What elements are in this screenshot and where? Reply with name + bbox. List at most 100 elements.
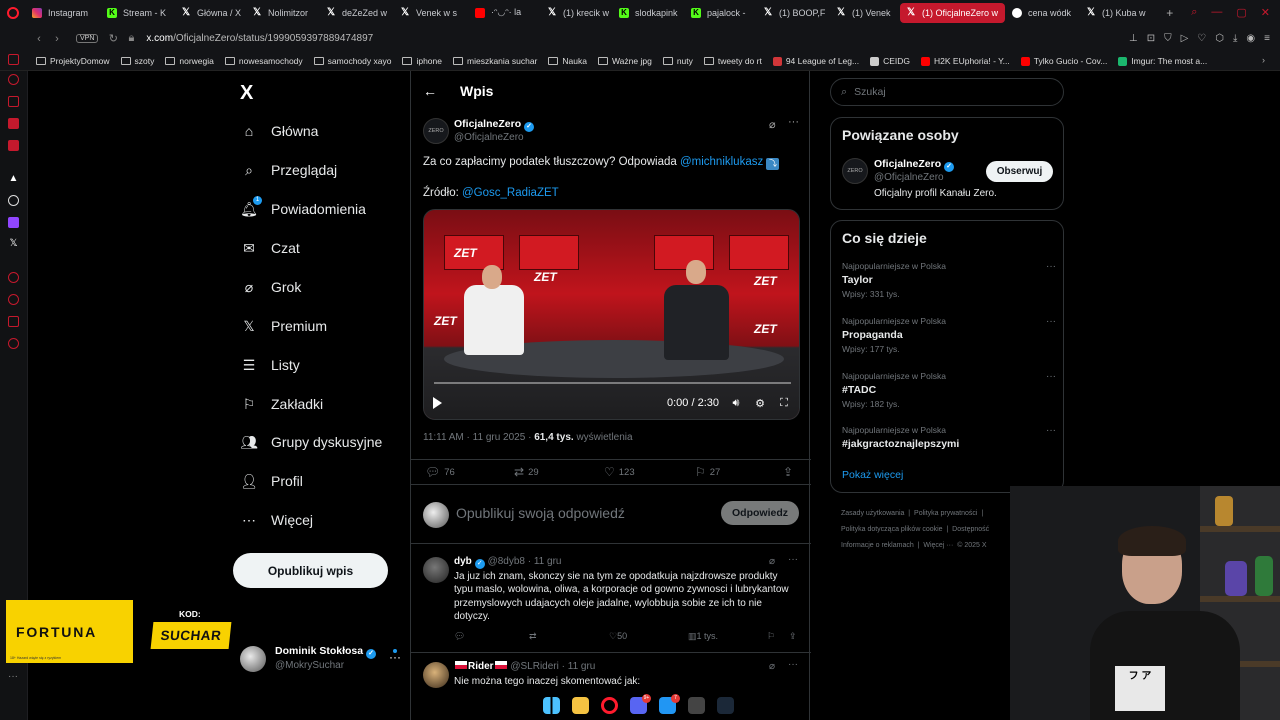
views-action[interactable]: ▥ 1 tys.: [688, 631, 718, 642]
bookmarks-overflow-icon[interactable]: ›: [1262, 55, 1265, 65]
reply-input[interactable]: Opublikuj swoją odpowiedź: [456, 505, 625, 521]
bookmark-item[interactable]: iphone: [402, 56, 442, 66]
tab-11[interactable]: 𝕏 (1) Venek: [830, 3, 899, 23]
snapshot-icon[interactable]: ⊡: [1147, 33, 1155, 44]
footer-link[interactable]: Polityka dotycząca plików cookie: [841, 526, 943, 533]
show-more-link[interactable]: Pokaż więcej: [842, 469, 903, 481]
sidebar-player-icon[interactable]: [8, 272, 19, 283]
sidebar-settings-icon[interactable]: [8, 338, 19, 349]
search-tabs-icon[interactable]: ⌕: [1191, 6, 1197, 19]
tab-8[interactable]: Kslodkapink: [613, 3, 684, 23]
bookmark-item[interactable]: ProjektyDomow: [36, 56, 110, 66]
bookmark-item[interactable]: samochody xayo: [313, 56, 391, 66]
settings-gear-icon[interactable]: ⚙: [753, 397, 767, 410]
more-icon[interactable]: ···: [1046, 316, 1056, 327]
bookmark-item[interactable]: 94 League of Leg...: [772, 56, 859, 66]
follow-button[interactable]: Obserwuj: [986, 161, 1053, 182]
volume-icon[interactable]: 🔊︎: [729, 397, 743, 410]
nav-item-więcej[interactable]: ⋯ Więcej: [240, 507, 313, 533]
bookmark-item[interactable]: norwegia: [165, 56, 214, 66]
share-action[interactable]: ⇪: [783, 465, 797, 479]
bookmark-icon[interactable]: ⚐: [767, 631, 775, 642]
nav-item-główna[interactable]: ⌂ Główna: [240, 118, 319, 144]
nav-item-grupy-dyskusyjne[interactable]: 👥︎ Grupy dyskusyjne: [240, 429, 382, 455]
nav-item-zakładki[interactable]: ⚐ Zakładki: [240, 391, 323, 417]
sidebar-item-icon[interactable]: [8, 140, 19, 151]
related-handle[interactable]: @OficjalneZero: [874, 172, 944, 183]
forward-icon[interactable]: ›: [48, 33, 66, 45]
tab-9[interactable]: Kpajalock -: [685, 3, 756, 23]
footer-link[interactable]: Polityka prywatności: [914, 510, 977, 517]
sidebar-twitch-icon[interactable]: [8, 217, 19, 228]
trend-item[interactable]: Najpopularniejsze w Polska #TADC Wpisy: 18…: [842, 371, 1056, 409]
bookmark-item[interactable]: H2K EUphoria! - Y...: [921, 56, 1010, 66]
sidebar-item-icon[interactable]: [8, 118, 19, 129]
more-icon[interactable]: ···: [788, 554, 798, 565]
reply-button[interactable]: Odpowiedz: [721, 501, 799, 525]
maximize-icon[interactable]: ▢: [1236, 6, 1246, 19]
tab-4[interactable]: 𝕏deZeZed w: [320, 3, 393, 23]
vpn-badge[interactable]: VPN: [76, 34, 99, 43]
repost-action[interactable]: ⇄ 29: [514, 465, 539, 479]
video-player[interactable]: ZET ZET ZET ZET ZET 0:00 / 2:30 🔊︎ ⚙ ⛶: [423, 209, 800, 420]
sidebar-more-icon[interactable]: ···: [8, 671, 18, 682]
tab-2[interactable]: 𝕏 Główna / X: [175, 3, 245, 23]
nav-item-listy[interactable]: ☰ Listy: [240, 352, 300, 378]
play-icon[interactable]: [433, 397, 442, 409]
grok-icon[interactable]: ⌀: [769, 556, 775, 567]
extensions-icon[interactable]: ⬡: [1215, 33, 1224, 44]
bookmark-item[interactable]: Nauka: [548, 56, 587, 66]
player-icon[interactable]: ▷: [1181, 33, 1189, 44]
avatar[interactable]: ZERO: [842, 158, 868, 184]
like-action[interactable]: ♡ 123: [604, 465, 635, 479]
post-author-avatar[interactable]: ZERO: [423, 118, 449, 144]
trend-item[interactable]: Najpopularniejsze w Polska Propaganda Wpis…: [842, 316, 1056, 354]
new-tab-button[interactable]: +: [1158, 6, 1181, 20]
bookmark-item[interactable]: tweety do rt: [703, 56, 762, 66]
tab-7[interactable]: 𝕏 (1) krecik w: [541, 3, 612, 23]
bookmark-action[interactable]: ⚐ 27: [695, 465, 720, 479]
avatar[interactable]: [423, 662, 449, 688]
downloads-icon[interactable]: ⤓: [1233, 33, 1237, 44]
profile-icon[interactable]: ◉: [1246, 33, 1255, 44]
account-switcher[interactable]: Dominik Stokłosa ✓ @MokrySuchar ···: [240, 642, 405, 676]
bookmark-item[interactable]: Imgur: The most a...: [1118, 56, 1207, 66]
more-icon[interactable]: ···: [1046, 425, 1056, 436]
sidebar-x-icon[interactable]: 𝕏: [8, 238, 19, 249]
obs-icon[interactable]: [688, 696, 705, 714]
tab-12[interactable]: 𝕏 (1) OficjalneZero w: [900, 2, 1005, 23]
sidebar-item-icon[interactable]: [8, 96, 19, 107]
nav-item-grok[interactable]: ⌀ Grok: [240, 274, 302, 300]
more-icon[interactable]: ···: [788, 116, 799, 128]
post-author-handle[interactable]: @OficjalneZero: [454, 132, 524, 143]
messenger-icon[interactable]: 7: [659, 693, 680, 714]
minimize-icon[interactable]: —: [1211, 6, 1222, 19]
grok-icon[interactable]: ⌀: [769, 118, 776, 131]
mention-link[interactable]: @michniklukasz: [680, 156, 763, 168]
share-icon[interactable]: ⇪: [789, 631, 797, 642]
reply-icon[interactable]: 💬︎: [454, 631, 465, 642]
footer-link[interactable]: Zasady użytkowania: [841, 510, 904, 517]
tab-0[interactable]: Instagram: [26, 3, 100, 23]
repost-icon[interactable]: ⇄: [529, 631, 537, 642]
sidebar-extensions-icon[interactable]: [8, 316, 19, 327]
bookmark-item[interactable]: szoty: [120, 56, 154, 66]
search-input[interactable]: ⌕ Szukaj: [830, 78, 1064, 106]
video-progress-bar[interactable]: [434, 382, 791, 384]
reply-item[interactable]: dyb ✓ @8dyb8 · 11 gru ⌀ ··· Ja juz ich zn…: [411, 549, 811, 653]
grok-icon[interactable]: ⌀: [769, 661, 775, 672]
nav-item-premium[interactable]: 𝕏 Premium: [240, 313, 327, 339]
menu-icon[interactable]: ≡: [1264, 33, 1270, 44]
windows-start-icon[interactable]: [543, 696, 560, 714]
tab-14[interactable]: 𝕏 (1) Kuba w: [1080, 3, 1152, 23]
sidebar-aria-icon[interactable]: ▲: [8, 173, 19, 184]
back-arrow-icon[interactable]: ←: [423, 83, 447, 99]
nav-item-powiadomienia[interactable]: 🔔︎ 1 Powiadomienia: [240, 196, 366, 222]
reply-action[interactable]: 💬︎ 76: [425, 465, 455, 479]
tab-1[interactable]: K Stream - K: [101, 3, 174, 23]
sidebar-item-icon[interactable]: [8, 74, 19, 85]
sidebar-chatgpt-icon[interactable]: [8, 195, 19, 206]
source-mention-link[interactable]: @Gosc_RadiaZET: [462, 187, 559, 199]
avatar[interactable]: [423, 557, 449, 583]
trend-item[interactable]: Najpopularniejsze w Polska Taylor Wpisy: 3…: [842, 261, 1056, 299]
